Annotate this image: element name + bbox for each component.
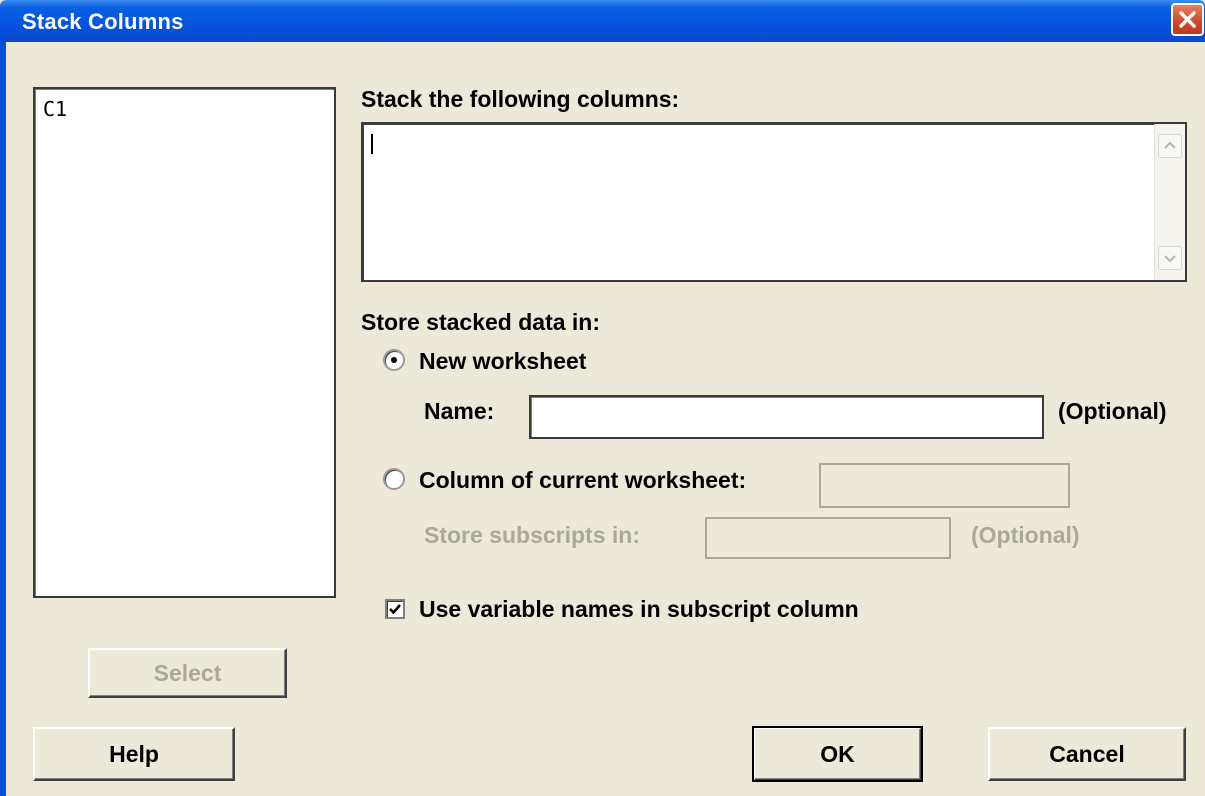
ok-button[interactable]: OK <box>752 726 923 782</box>
worksheet-name-input[interactable] <box>529 395 1044 439</box>
scroll-up-icon <box>1164 141 1176 149</box>
radio-selected-dot <box>391 357 397 363</box>
store-label: Store stacked data in: <box>361 309 601 335</box>
vertical-scrollbar[interactable] <box>1154 124 1185 280</box>
list-item[interactable]: C1 <box>43 97 67 121</box>
close-icon <box>1179 11 1196 28</box>
column-current-label[interactable]: Column of current worksheet: <box>419 467 746 494</box>
column-list[interactable]: C1 <box>33 87 336 598</box>
use-variable-names-label[interactable]: Use variable names in subscript column <box>419 596 859 623</box>
column-current-input <box>819 463 1070 508</box>
stack-columns-input[interactable] <box>361 122 1187 282</box>
column-current-radio[interactable] <box>383 468 405 490</box>
name-optional-label: (Optional) <box>1058 398 1167 424</box>
select-button[interactable]: Select <box>88 648 287 698</box>
name-label: Name: <box>424 398 495 424</box>
scroll-up-button[interactable] <box>1158 134 1182 158</box>
scroll-down-button[interactable] <box>1158 246 1182 270</box>
help-button[interactable]: Help <box>33 727 235 781</box>
subscripts-optional-label: (Optional) <box>971 522 1080 548</box>
text-caret <box>371 134 373 154</box>
checkmark-icon <box>389 604 401 615</box>
subscripts-label: Store subscripts in: <box>424 522 640 548</box>
cancel-button[interactable]: Cancel <box>988 727 1186 781</box>
new-worksheet-label[interactable]: New worksheet <box>419 348 586 375</box>
scroll-down-icon <box>1164 255 1176 263</box>
window-frame <box>0 42 6 796</box>
window-title: Stack Columns <box>22 9 184 34</box>
use-variable-names-checkbox[interactable] <box>385 599 405 619</box>
close-button[interactable] <box>1171 3 1204 36</box>
stack-columns-label: Stack the following columns: <box>361 86 680 112</box>
subscripts-input <box>705 517 951 559</box>
new-worksheet-radio[interactable] <box>383 349 405 371</box>
